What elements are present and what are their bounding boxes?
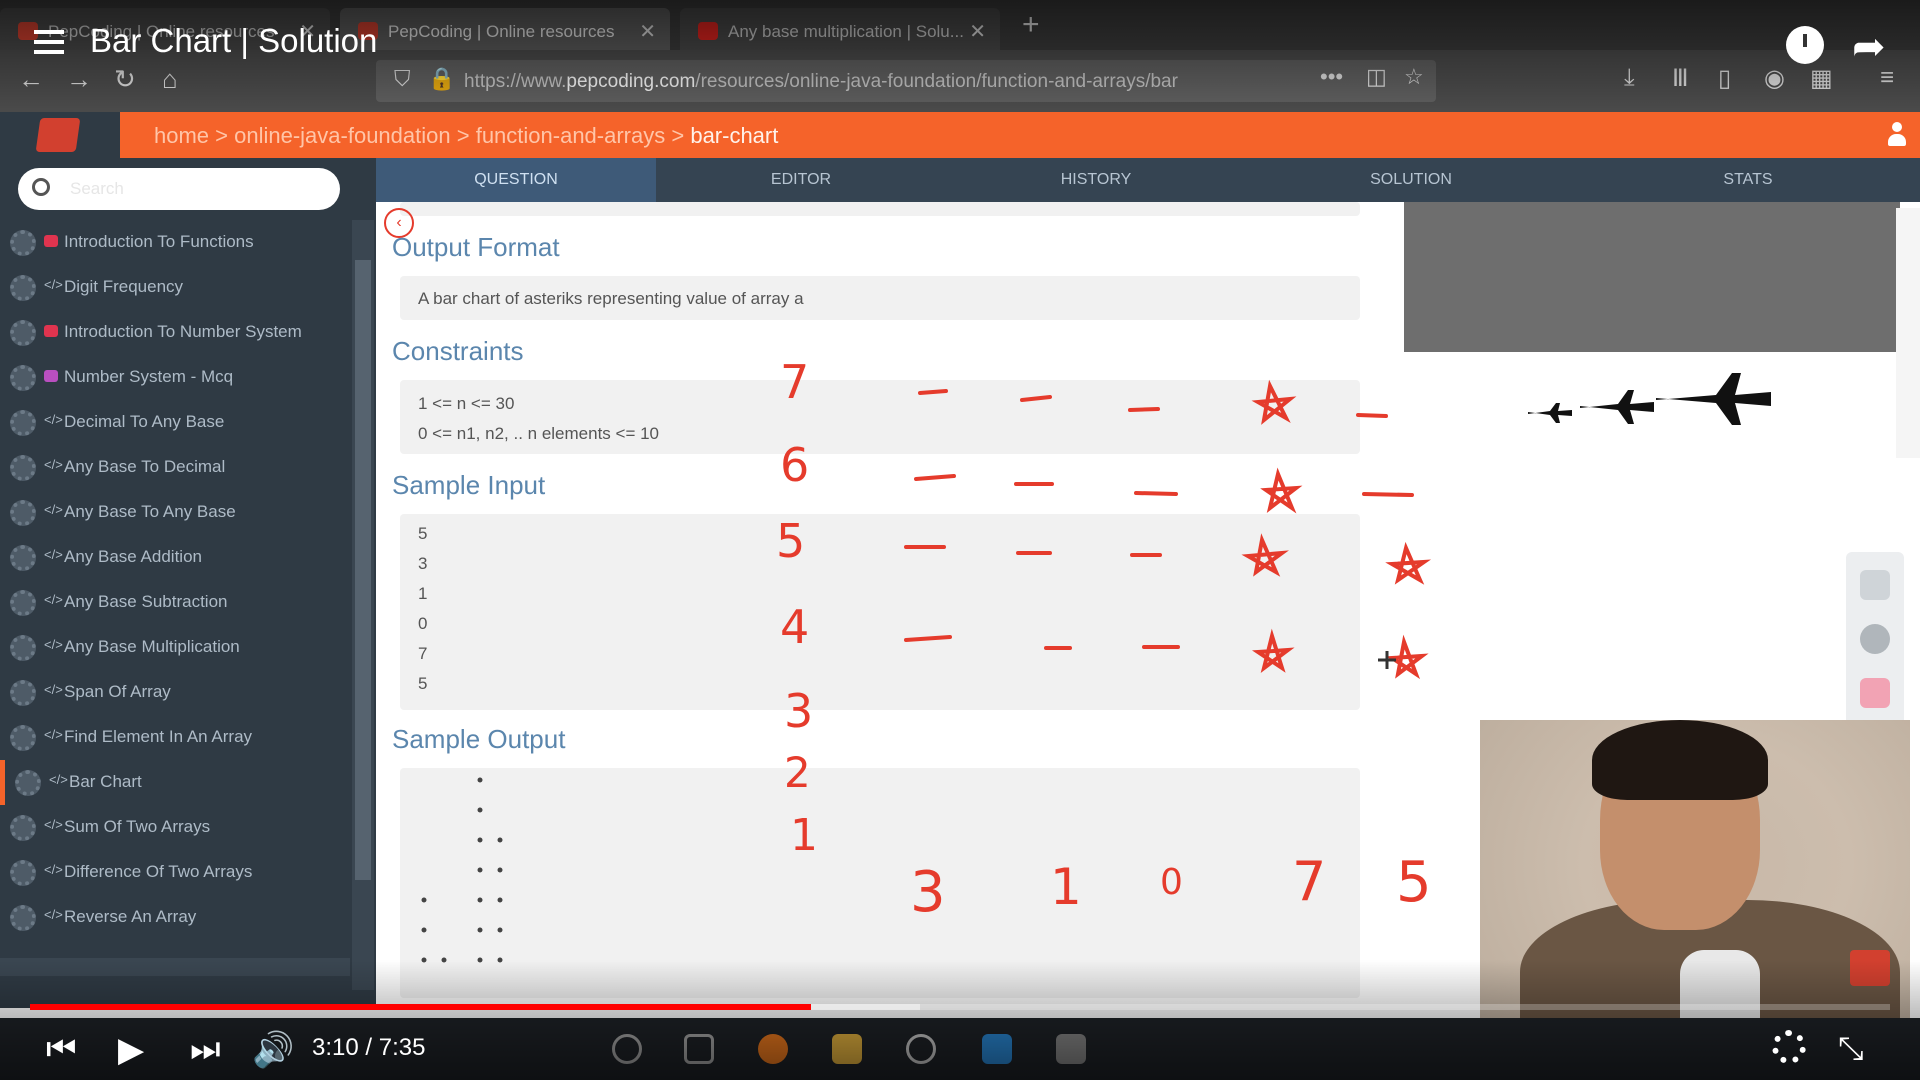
volume-icon[interactable]: 🔊: [252, 1030, 294, 1070]
played-bar: [30, 1004, 812, 1010]
play-icon[interactable]: ▶: [118, 1030, 144, 1070]
video-progress-bar[interactable]: [30, 1004, 1890, 1010]
eraser-icon[interactable]: [1860, 678, 1890, 708]
previous-icon[interactable]: ⏮: [46, 1030, 77, 1069]
settings-icon[interactable]: [1772, 1030, 1806, 1064]
next-icon[interactable]: ⏭: [190, 1030, 221, 1069]
video-time: 3:10 / 7:35: [312, 1034, 426, 1061]
whiteboard-icon[interactable]: [1860, 570, 1890, 600]
presenter-hair: [1592, 720, 1768, 800]
airplane-icons: [1528, 373, 1771, 425]
pen-off-icon[interactable]: [1860, 624, 1890, 654]
exit-fullscreen-icon[interactable]: ⤡: [1838, 1030, 1864, 1068]
content-scrollbar[interactable]: [1896, 208, 1920, 458]
